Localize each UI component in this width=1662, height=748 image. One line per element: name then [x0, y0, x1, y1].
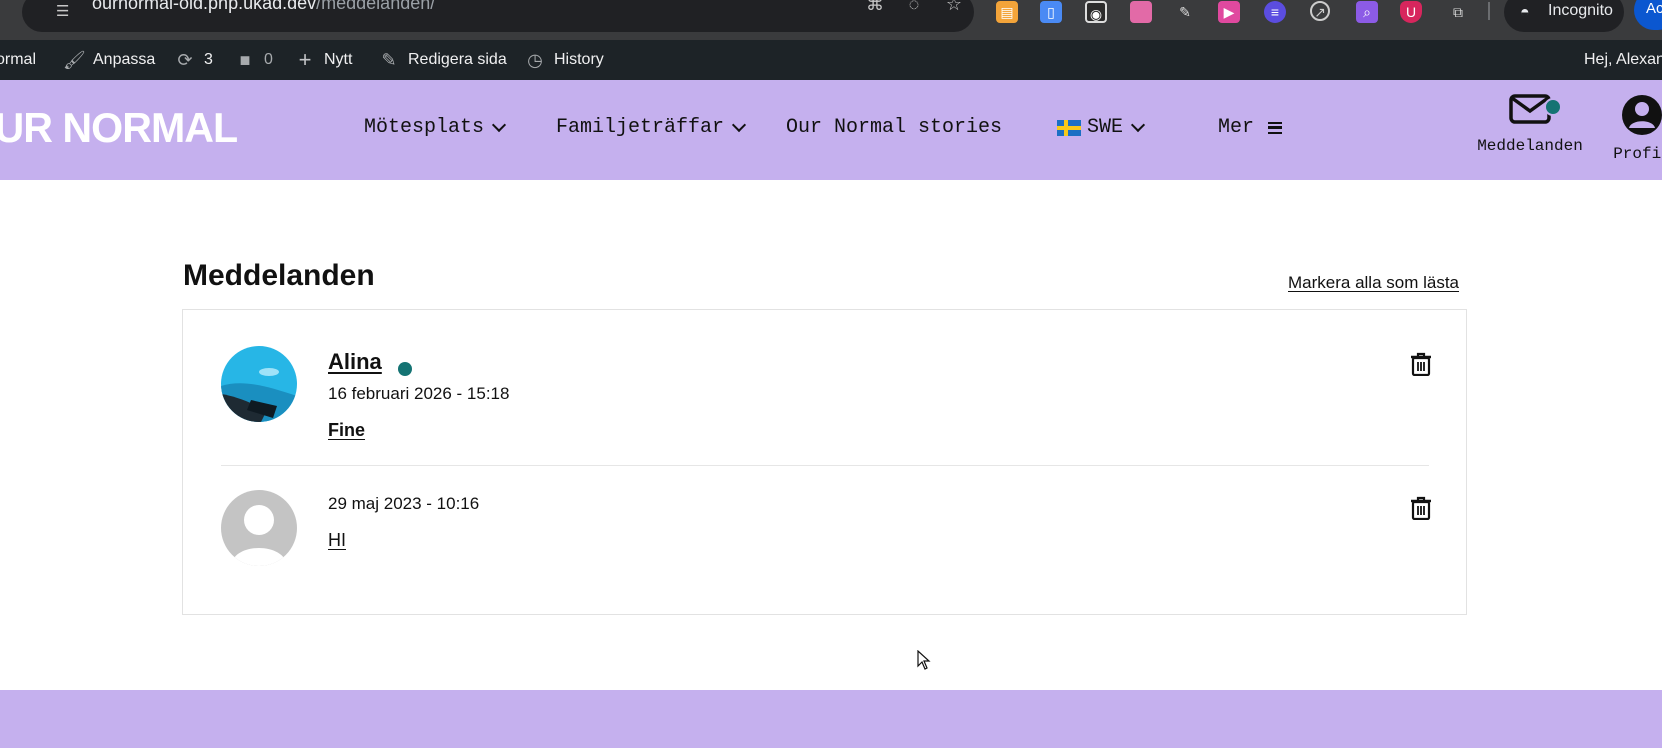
pencil-icon: ✎: [381, 49, 397, 70]
messages-button[interactable]: Meddelanden: [1475, 94, 1585, 155]
account-button[interactable]: Ac: [1634, 0, 1662, 30]
nav-more-label: Mer: [1218, 116, 1255, 139]
online-status-dot: [398, 362, 412, 376]
profile-button[interactable]: Profil: [1610, 94, 1662, 163]
admin-edit-page[interactable]: ✎ Redigera sida: [378, 40, 507, 80]
url-host: ournormal-old.php.ukad.dev: [92, 0, 317, 13]
admin-customize[interactable]: 🖌 Anpassa: [63, 40, 155, 80]
sweden-flag-icon: [1057, 119, 1081, 136]
nav-familjetraffar-label: Familjeträffar: [556, 116, 725, 139]
incognito-indicator[interactable]: ◓ Incognito: [1504, 0, 1624, 32]
admin-history[interactable]: ◷ History: [524, 40, 604, 80]
site-logo-text: UR NORMAL: [0, 104, 238, 151]
admin-site-name[interactable]: ormal: [0, 40, 36, 80]
admin-greeting-label: Hej, Alexan: [1584, 51, 1662, 68]
site-info-icon[interactable]: ☰: [56, 4, 74, 19]
translate-icon[interactable]: ⌘: [863, 0, 887, 14]
incognito-icon: ◓: [1520, 4, 1530, 21]
admin-edit-page-label: Redigera sida: [408, 51, 507, 68]
eye-off-icon[interactable]: ◌: [902, 0, 926, 14]
address-bar[interactable]: ☰ ournormal-old.php.ukad.dev/meddelanden…: [22, 0, 974, 32]
hamburger-menu-icon: [1268, 121, 1283, 134]
extension-search-icon[interactable]: ⌕: [1356, 1, 1378, 23]
admin-new-label: Nytt: [324, 51, 353, 68]
history-clock-icon: ◷: [527, 49, 543, 70]
nav-more[interactable]: Mer: [1218, 116, 1283, 139]
message-date: 29 maj 2023 - 10:16: [328, 494, 480, 513]
trash-icon[interactable]: [1410, 352, 1432, 376]
url-text[interactable]: ournormal-old.php.ukad.dev/meddelanden/: [92, 0, 435, 14]
plus-icon: +: [298, 47, 312, 72]
trash-icon[interactable]: [1410, 496, 1432, 520]
nav-language[interactable]: SWE: [1057, 116, 1146, 139]
admin-history-label: History: [554, 51, 604, 68]
nav-motesplats[interactable]: Mötesplats: [364, 116, 507, 139]
extension-video-icon[interactable]: ▶: [1218, 1, 1240, 23]
admin-updates[interactable]: ⟳ 3: [174, 40, 213, 80]
mark-all-read-link[interactable]: Markera alla som lästa: [1288, 273, 1459, 293]
refresh-icon: ⟳: [177, 49, 193, 70]
admin-comments-count: 0: [264, 51, 273, 68]
toolbar-divider: [1488, 2, 1490, 20]
message-subject[interactable]: HI: [328, 530, 346, 551]
messages-label: Meddelanden: [1477, 137, 1583, 155]
message-date: 16 februari 2026 - 15:18: [328, 384, 510, 403]
extension-compass-icon[interactable]: ↗: [1310, 1, 1330, 21]
admin-updates-count: 3: [204, 51, 213, 68]
message-subject[interactable]: Fine: [328, 420, 365, 441]
bookmark-star-icon[interactable]: ☆: [942, 0, 966, 14]
admin-customize-label: Anpassa: [93, 51, 156, 68]
admin-greeting[interactable]: Hej, Alexan: [1584, 40, 1662, 80]
nav-familjetraffar[interactable]: Familjeträffar: [556, 116, 747, 139]
admin-comments[interactable]: ■ 0: [234, 40, 273, 80]
comment-bubble-icon: ■: [239, 49, 251, 70]
incognito-label: Incognito: [1548, 2, 1613, 19]
messages-list: Alina 16 februari 2026 - 15:18 Fine 29 m…: [182, 309, 1467, 615]
brush-icon: 🖌: [63, 49, 86, 70]
site-footer: [0, 690, 1662, 748]
nav-language-label: SWE: [1087, 116, 1124, 139]
extension-docs-icon[interactable]: ▯: [1040, 1, 1062, 23]
nav-motesplats-label: Mötesplats: [364, 116, 485, 139]
extension-shield-icon[interactable]: U: [1400, 1, 1422, 23]
car-photo: [221, 346, 297, 422]
extensions-puzzle-icon[interactable]: ⧉: [1447, 1, 1469, 23]
profile-label: Profil: [1613, 145, 1662, 163]
account-initials: Ac: [1646, 0, 1662, 17]
message-sender[interactable]: Alina: [328, 349, 382, 375]
chevron-down-icon: [1130, 117, 1146, 132]
extension-notes-icon[interactable]: ▤: [996, 1, 1018, 23]
unread-indicator: [1544, 98, 1562, 116]
chevron-down-icon: [731, 117, 747, 132]
extension-stack-icon[interactable]: ≡: [1264, 1, 1286, 23]
avatar[interactable]: [221, 490, 297, 566]
message-item[interactable]: 29 maj 2023 - 10:16 HI: [221, 490, 1432, 590]
page-title: Meddelanden: [183, 259, 375, 292]
mouse-cursor-icon: [917, 650, 931, 670]
site-header: UR NORMAL Mötesplats Familjeträffar Our …: [0, 80, 1662, 180]
admin-new[interactable]: + Nytt: [294, 40, 353, 80]
extension-gradient-icon[interactable]: [1130, 1, 1152, 23]
default-avatar-icon: [231, 505, 287, 566]
url-path: /meddelanden/: [316, 0, 436, 13]
nav-stories-label: Our Normal stories: [786, 116, 1003, 139]
admin-bar: ormal 🖌 Anpassa ⟳ 3 ■ 0 + Nytt ✎ Rediger…: [0, 40, 1662, 80]
extension-camera-icon[interactable]: ◉: [1085, 1, 1107, 23]
site-logo[interactable]: UR NORMAL: [0, 104, 238, 152]
browser-chrome: ☰ ournormal-old.php.ukad.dev/meddelanden…: [0, 0, 1662, 40]
nav-our-normal-stories[interactable]: Our Normal stories: [786, 116, 1002, 139]
message-item[interactable]: Alina 16 februari 2026 - 15:18 Fine: [221, 346, 1432, 466]
user-circle-icon: [1622, 95, 1662, 135]
avatar[interactable]: [221, 346, 297, 422]
admin-site-name-label: ormal: [0, 51, 37, 68]
extension-eyedropper-icon[interactable]: ✎: [1174, 1, 1196, 23]
chevron-down-icon: [491, 117, 507, 132]
